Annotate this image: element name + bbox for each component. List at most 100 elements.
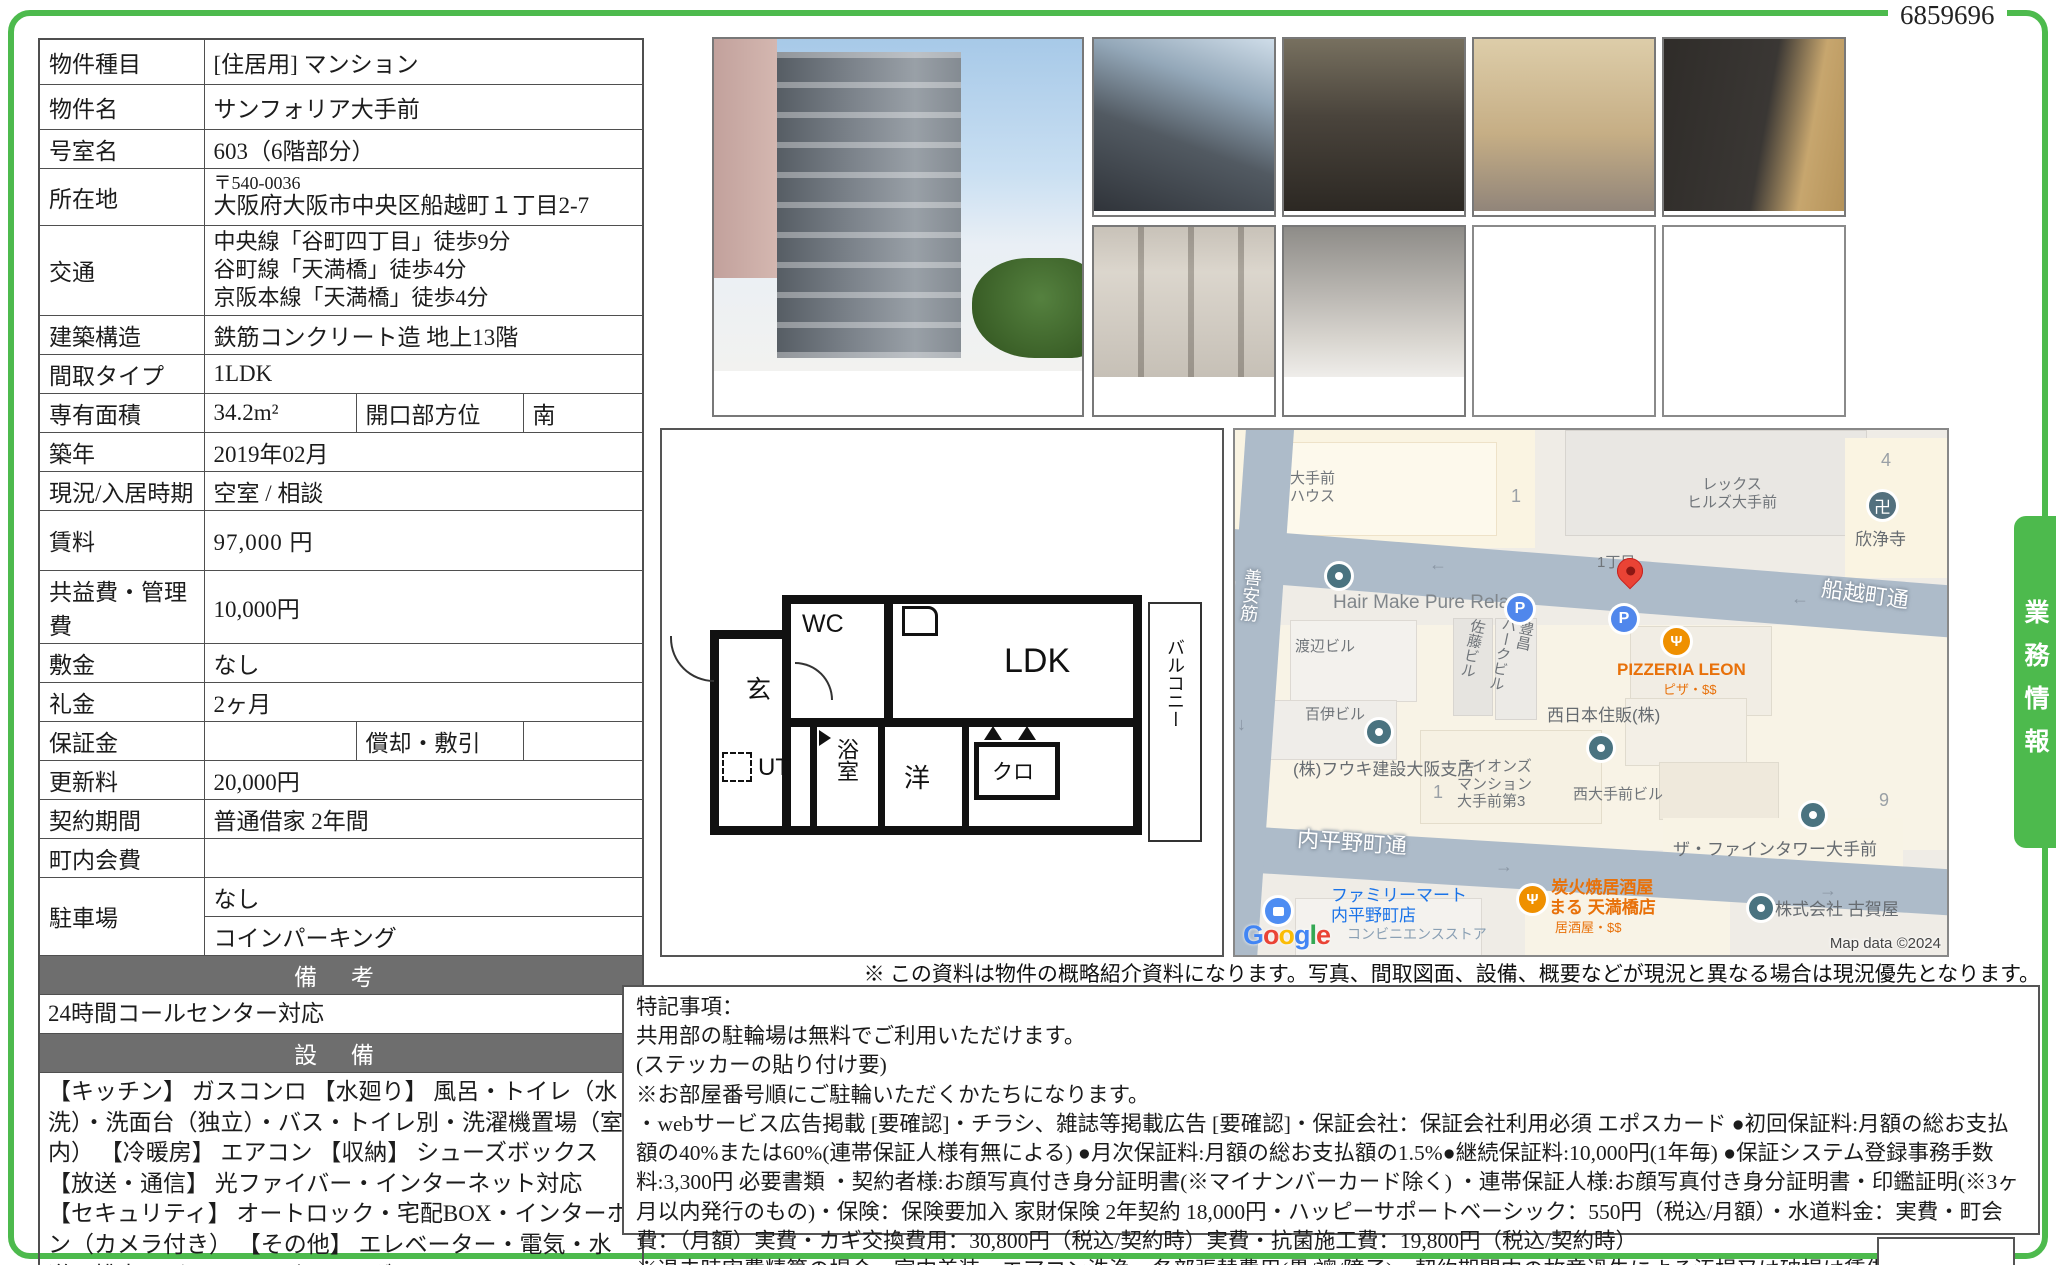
restaurant-pin-izakaya: Ψ [1519, 886, 1546, 913]
access-line: 京阪本線「天満橋」徒歩4分 [214, 284, 634, 312]
note-line: ※お部屋番号順にご駐輪いただくかたちになります。 [636, 1081, 2026, 1110]
photo-exterior-street [1092, 37, 1276, 217]
room-label-balcony: バルコニー [1162, 638, 1188, 728]
restaurant-pin-pizzeria: Ψ [1663, 628, 1690, 655]
row-label-deposit: 敷金 [39, 643, 204, 682]
room-label-genkan: 玄 [746, 670, 771, 706]
poi-pin-fuki [1367, 720, 1391, 744]
poi-pin-nishinihon [1589, 736, 1613, 760]
row-value-deposit: なし [204, 643, 643, 682]
wall [878, 725, 885, 829]
row-label-rent: 賃料 [39, 510, 204, 570]
row-label-town-fee: 町内会費 [39, 838, 204, 877]
road-arrow-west-1: ← [1429, 554, 1447, 575]
row-value-guarantee [204, 721, 356, 760]
row-label-guarantee: 保証金 [39, 721, 204, 760]
row-value-type: [住居用] マンション [204, 39, 643, 84]
note-line: ・webサービス広告掲載 [要確認]・チラシ、雑誌等掲載広告 [要確認]・保証会… [636, 1110, 2026, 1256]
row-value-structure: 鉄筋コンクリート造 地上13階 [204, 315, 643, 354]
photo-delivery-lockers [1092, 225, 1276, 417]
photo-elevator-hall [1472, 37, 1656, 217]
row-label-renewal: 更新料 [39, 760, 204, 799]
temple-pin-kinjoji: 卍 [1869, 492, 1896, 519]
access-line: 中央線「谷町四丁目」徒歩9分 [214, 228, 634, 256]
row-value-parking-1: なし [204, 877, 643, 916]
room-label-wc: WC [802, 610, 844, 639]
map-pins: PPΨ卍Ψ←←↓→→ [1235, 430, 1947, 955]
row-label-amortization: 償却・敷引 [356, 721, 523, 760]
kitchen-sink [902, 606, 938, 636]
road-arrow-west-2: ← [1791, 588, 1809, 609]
gyomu-joho-tab[interactable]: 業務情報 [2014, 516, 2056, 848]
property-location-pin [1612, 553, 1649, 590]
photo-entrance [1282, 37, 1466, 217]
road-arrow-east-2: → [1819, 880, 1837, 901]
note-line: 特記事項： [636, 993, 2026, 1022]
row-value-rent: 97,000 円 [204, 510, 643, 570]
row-value-renewal: 20,000円 [204, 760, 643, 799]
property-flyer-page: 6859696 物件種目 [住居用] マンション 物件名 サンフォリア大手前 号… [0, 0, 2056, 1265]
row-value-built: 2019年02月 [204, 432, 643, 471]
equipment-text: 【キッチン】 ガスコンロ 【水廻り】 風呂・トイレ（水洗）・洗面台（独立）・バス… [39, 1073, 643, 1265]
poi-pin-finetower [1801, 803, 1825, 827]
room-label-ldk: LDK [1004, 642, 1070, 681]
property-table: 物件種目 [住居用] マンション 物件名 サンフォリア大手前 号室名 603（6… [38, 38, 644, 1265]
wall [884, 600, 893, 722]
row-value-room: 603（6階部分） [204, 129, 643, 168]
row-value-contract: 普通借家 2年間 [204, 799, 643, 838]
document-id: 6859696 [1888, 0, 2007, 31]
row-label-address: 所在地 [39, 168, 204, 225]
parking-pin-1: P [1507, 596, 1533, 622]
row-label-built: 築年 [39, 432, 204, 471]
equipment-header: 設 備 [39, 1034, 643, 1073]
row-label-access: 交通 [39, 225, 204, 315]
room-label-bath: 浴室 [830, 738, 862, 782]
row-label-layout-type: 間取タイプ [39, 354, 204, 393]
row-value-status: 空室 / 相談 [204, 471, 643, 510]
remarks-header: 備 考 [39, 955, 643, 994]
row-label-structure: 建築構造 [39, 315, 204, 354]
row-value-access: 中央線「谷町四丁目」徒歩9分 谷町線「天満橋」徒歩4分 京阪本線「天満橋」徒歩4… [204, 225, 643, 315]
photo-placeholder-2 [1662, 225, 1846, 417]
note-line: ※退去時実費精算の場合、室内美装・エアコン洗浄・各部張替費用(畳/襖/障子)・契… [636, 1256, 2026, 1265]
row-value-key-money: 2ヶ月 [204, 682, 643, 721]
entrance-door-arc [670, 636, 714, 682]
row-label-key-money: 礼金 [39, 682, 204, 721]
closet-door-mark [984, 726, 1002, 740]
row-label-name: 物件名 [39, 84, 204, 129]
map-attribution: Map data ©2024 [1830, 935, 1941, 952]
photo-exterior-main [712, 37, 1084, 417]
row-label-fees: 共益費・管理費 [39, 570, 204, 643]
photo-mailboxes [1662, 37, 1846, 217]
special-notes-box: 特記事項： 共用部の駐輪場は無料でご利用いただけます。 (ステッカーの貼り付け要… [622, 985, 2040, 1235]
neighborhood-map[interactable]: 大手前 ハウス1レックス ヒルズ大手前4欣浄寺1丁目船越町通善安筋Hair Ma… [1233, 428, 1949, 957]
road-arrow-east-1: → [1495, 856, 1513, 877]
disclaimer-text: ※ この資料は物件の概略紹介資料になります。写真、間取図面、設備、概要などが現況… [700, 958, 2040, 988]
room-label-ut: UT [758, 754, 790, 782]
note-line: 共用部の駐輪場は無料でご利用いただけます。 [636, 1022, 2026, 1051]
washer-space [722, 752, 752, 782]
row-value-address: 〒540-0036 大阪府大阪市中央区船越町１丁目2-7 [204, 168, 643, 225]
row-value-layout-type: 1LDK [204, 354, 643, 393]
poi-pin-kogaya [1749, 896, 1773, 920]
postal-code: 〒540-0036 [214, 174, 634, 193]
floor-plan: WC 玄 UT 浴室 洋 クロ LDK バルコニー [660, 428, 1224, 957]
photo-placeholder-1 [1472, 225, 1656, 417]
row-label-contract: 契約期間 [39, 799, 204, 838]
row-value-area: 34.2m² [204, 393, 356, 432]
row-value-name: サンフォリア大手前 [204, 84, 643, 129]
access-line: 谷町線「天満橋」徒歩4分 [214, 256, 634, 284]
row-label-status: 現況/入居時期 [39, 471, 204, 510]
row-label-room: 号室名 [39, 129, 204, 168]
wall [810, 725, 817, 829]
row-value-town-fee [204, 838, 643, 877]
note-line: (ステッカーの貼り付け要) [636, 1051, 2026, 1080]
bottom-right-stamp-box [1877, 1237, 2015, 1265]
photo-corridor [1282, 225, 1466, 417]
wall [962, 725, 969, 829]
google-logo: Google [1243, 920, 1330, 951]
address-text: 大阪府大阪市中央区船越町１丁目2-7 [214, 193, 634, 218]
closet-door-mark [1018, 726, 1036, 740]
remarks-text: 24時間コールセンター対応 [39, 994, 643, 1034]
row-value-facing: 南 [523, 393, 643, 432]
